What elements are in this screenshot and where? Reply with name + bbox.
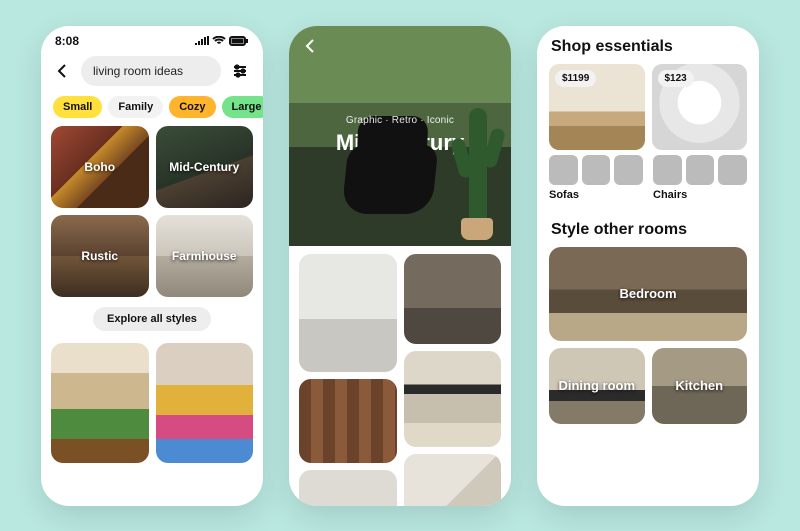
pin-tile[interactable] (404, 454, 502, 506)
room-tile-dining[interactable]: Dining room (549, 348, 645, 424)
style-label: Rustic (81, 249, 118, 263)
room-tile-kitchen[interactable]: Kitchen (652, 348, 748, 424)
room-label: Bedroom (619, 286, 676, 301)
screen-search: 8:08 living room ideas Small Family Cozy La… (41, 26, 263, 506)
pin-tile[interactable] (404, 254, 502, 344)
pin-tile[interactable] (404, 351, 502, 447)
status-icons (195, 36, 249, 46)
screen-style-detail: Graphic · Retro · Iconic Mid-Century (289, 26, 511, 506)
signal-icon (195, 36, 209, 46)
pin-tile[interactable] (51, 343, 149, 463)
shop-caption: Chairs (653, 189, 747, 201)
style-label: Mid-Century (169, 160, 239, 174)
pin-tile[interactable] (299, 470, 397, 506)
price-badge: $1199 (555, 70, 596, 87)
screen-shop-and-rooms: Shop essentials $1199 $123 Sofas Chairs … (537, 26, 759, 506)
hero-illustration-chair (341, 144, 438, 214)
battery-icon (229, 36, 249, 46)
pin-grid (51, 343, 253, 463)
back-button[interactable] (301, 36, 321, 56)
style-label: Farmhouse (172, 249, 237, 263)
style-grid: Boho Mid-Century Rustic Farmhouse (51, 126, 253, 297)
shop-category-chairs[interactable]: Chairs (653, 150, 747, 201)
price-badge: $123 (658, 70, 694, 87)
style-tile-farmhouse[interactable]: Farmhouse (156, 215, 254, 297)
style-label: Boho (84, 160, 115, 174)
pin-tile[interactable] (156, 343, 254, 463)
style-feed-scroll[interactable] (289, 246, 511, 506)
pin-tile[interactable] (299, 379, 397, 463)
room-label: Kitchen (675, 378, 723, 393)
rooms-list: Bedroom Dining room Kitchen (537, 247, 759, 424)
shop-grid: $1199 $123 (537, 64, 759, 150)
filter-chip-large[interactable]: Large (222, 96, 264, 118)
hero-breadcrumb: Graphic · Retro · Iconic (346, 115, 454, 126)
pin-tile[interactable] (299, 254, 397, 372)
shop-thumbnails: Sofas Chairs (537, 150, 759, 209)
search-value: living room ideas (93, 64, 183, 78)
status-time: 8:08 (55, 34, 79, 48)
filter-chip-cozy[interactable]: Cozy (169, 96, 215, 118)
room-tile-bedroom[interactable]: Bedroom (549, 247, 747, 341)
search-input[interactable]: living room ideas (81, 56, 221, 86)
explore-all-styles-button[interactable]: Explore all styles (93, 307, 211, 331)
shop-caption: Sofas (549, 189, 643, 201)
filter-chip-family[interactable]: Family (108, 96, 163, 118)
wifi-icon (212, 36, 226, 46)
room-label: Dining room (558, 378, 635, 393)
style-tile-midcentury[interactable]: Mid-Century (156, 126, 254, 208)
shop-tile-sofa[interactable]: $1199 (549, 64, 645, 150)
shop-tile-chair[interactable]: $123 (652, 64, 748, 150)
status-bar: 8:08 (41, 26, 263, 50)
search-row: living room ideas (41, 50, 263, 92)
hero: Graphic · Retro · Iconic Mid-Century (289, 26, 511, 246)
hero-illustration-pot (461, 218, 493, 240)
filter-chips: SmallFamilyCozyLargeLayo (41, 92, 263, 126)
shop-essentials-header: Shop essentials (537, 26, 759, 64)
back-button[interactable] (53, 61, 73, 81)
shop-category-sofas[interactable]: Sofas (549, 150, 643, 201)
filter-chip-small[interactable]: Small (53, 96, 102, 118)
hero-illustration-cactus (469, 108, 487, 228)
masonry-grid (299, 254, 501, 506)
filter-button[interactable] (229, 60, 251, 82)
style-other-rooms-header: Style other rooms (537, 209, 759, 247)
style-tile-boho[interactable]: Boho (51, 126, 149, 208)
style-tile-rustic[interactable]: Rustic (51, 215, 149, 297)
search-results-scroll[interactable]: Boho Mid-Century Rustic Farmhouse Explor… (41, 126, 263, 506)
